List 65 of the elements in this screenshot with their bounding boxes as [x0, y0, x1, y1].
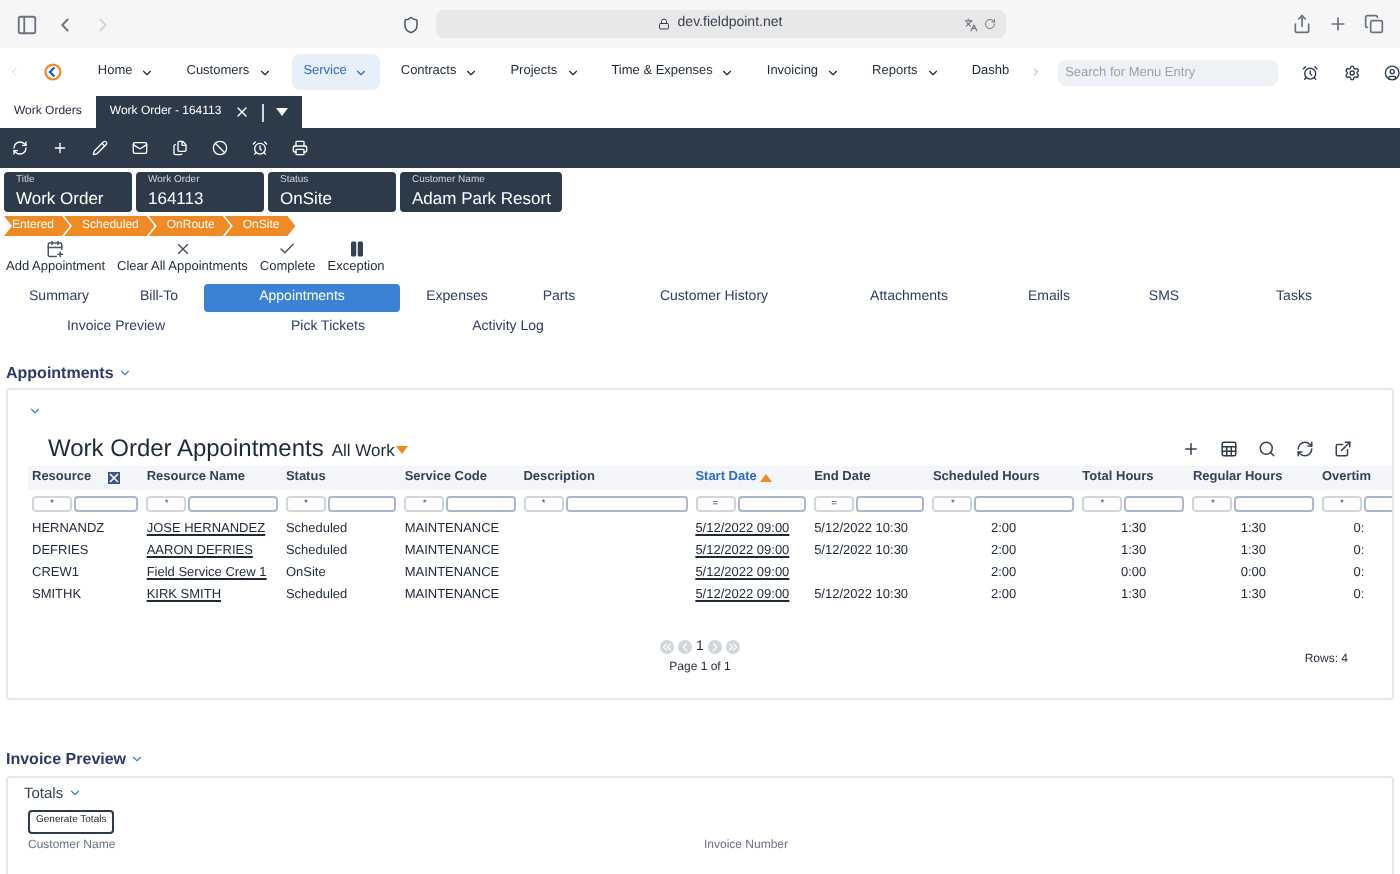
caret-icon: [396, 446, 409, 455]
column-menu-icon[interactable]: [107, 471, 120, 484]
caret-icon: [464, 65, 479, 79]
mail-icon[interactable]: [132, 140, 148, 156]
field-value: Work Order: [16, 188, 106, 210]
logo-icon[interactable]: [43, 60, 62, 84]
close-icon[interactable]: [233, 104, 250, 120]
settings-icon[interactable]: [1343, 61, 1360, 83]
sort-icon: [760, 473, 773, 482]
filter-field[interactable]: [737, 496, 807, 513]
caret-icon: [925, 65, 940, 79]
field-value: Adam Park Resort: [412, 188, 551, 210]
filter-field[interactable]: [327, 496, 397, 513]
field-value: OnSite: [280, 188, 334, 210]
share-icon[interactable]: [1292, 14, 1312, 34]
add-icon[interactable]: [1182, 439, 1200, 458]
refresh-icon[interactable]: [1296, 439, 1314, 458]
lock-icon: [657, 18, 670, 30]
caret-icon: [826, 65, 841, 79]
cancel-icon[interactable]: [212, 140, 228, 156]
filter-field[interactable]: [74, 496, 139, 513]
new-tab-icon[interactable]: [1328, 14, 1348, 34]
filter-field[interactable]: [1363, 496, 1392, 513]
alarm-clock-icon[interactable]: [1302, 61, 1320, 83]
pencil-icon[interactable]: [92, 140, 108, 156]
reload-icon[interactable]: [983, 18, 995, 30]
tabs-icon[interactable]: [1364, 14, 1384, 34]
external-link-icon[interactable]: [1334, 439, 1352, 458]
chevron-icon[interactable]: [67, 785, 82, 800]
view-dropdown[interactable]: All Work: [331, 438, 409, 464]
user-icon[interactable]: [1383, 61, 1400, 83]
section-title: Appointments: [6, 361, 114, 386]
caret-icon: [354, 65, 369, 79]
filter-field[interactable]: [974, 496, 1075, 513]
section-title: Invoice Preview: [6, 747, 127, 772]
sidebar-icon[interactable]: [16, 13, 38, 35]
printer-icon[interactable]: [292, 140, 308, 156]
filter-field[interactable]: [856, 496, 925, 513]
chevron-icon[interactable]: [28, 403, 42, 418]
filter-field[interactable]: [446, 496, 516, 513]
translate-icon[interactable]: [963, 17, 977, 31]
chevron-icon[interactable]: [117, 366, 132, 381]
filter-field[interactable]: [1124, 496, 1185, 513]
spreadsheet-icon[interactable]: [1220, 439, 1238, 458]
grid-title: Work Order Appointments: [48, 431, 324, 466]
close-icon: [173, 240, 192, 258]
add-icon[interactable]: [52, 140, 68, 156]
caret-icon: [720, 65, 735, 79]
filter-field[interactable]: [565, 496, 688, 513]
search-icon[interactable]: [1258, 439, 1276, 458]
calendar-icon: [46, 240, 65, 258]
caret-icon[interactable]: [275, 108, 288, 116]
alarm-clock-icon[interactable]: [252, 140, 268, 156]
field-value: 164113: [148, 188, 206, 210]
pause-icon: [347, 240, 366, 258]
chevron-icon[interactable]: [130, 752, 145, 767]
refresh-icon[interactable]: [12, 140, 28, 156]
check-icon: [278, 240, 297, 258]
shield-icon[interactable]: [401, 15, 419, 33]
caret-icon: [257, 65, 272, 79]
caret-icon: [140, 65, 155, 79]
copy-icon[interactable]: [172, 140, 188, 156]
caret-icon: [565, 65, 580, 79]
filter-field[interactable]: [188, 496, 278, 513]
filter-field[interactable]: [1234, 496, 1314, 513]
